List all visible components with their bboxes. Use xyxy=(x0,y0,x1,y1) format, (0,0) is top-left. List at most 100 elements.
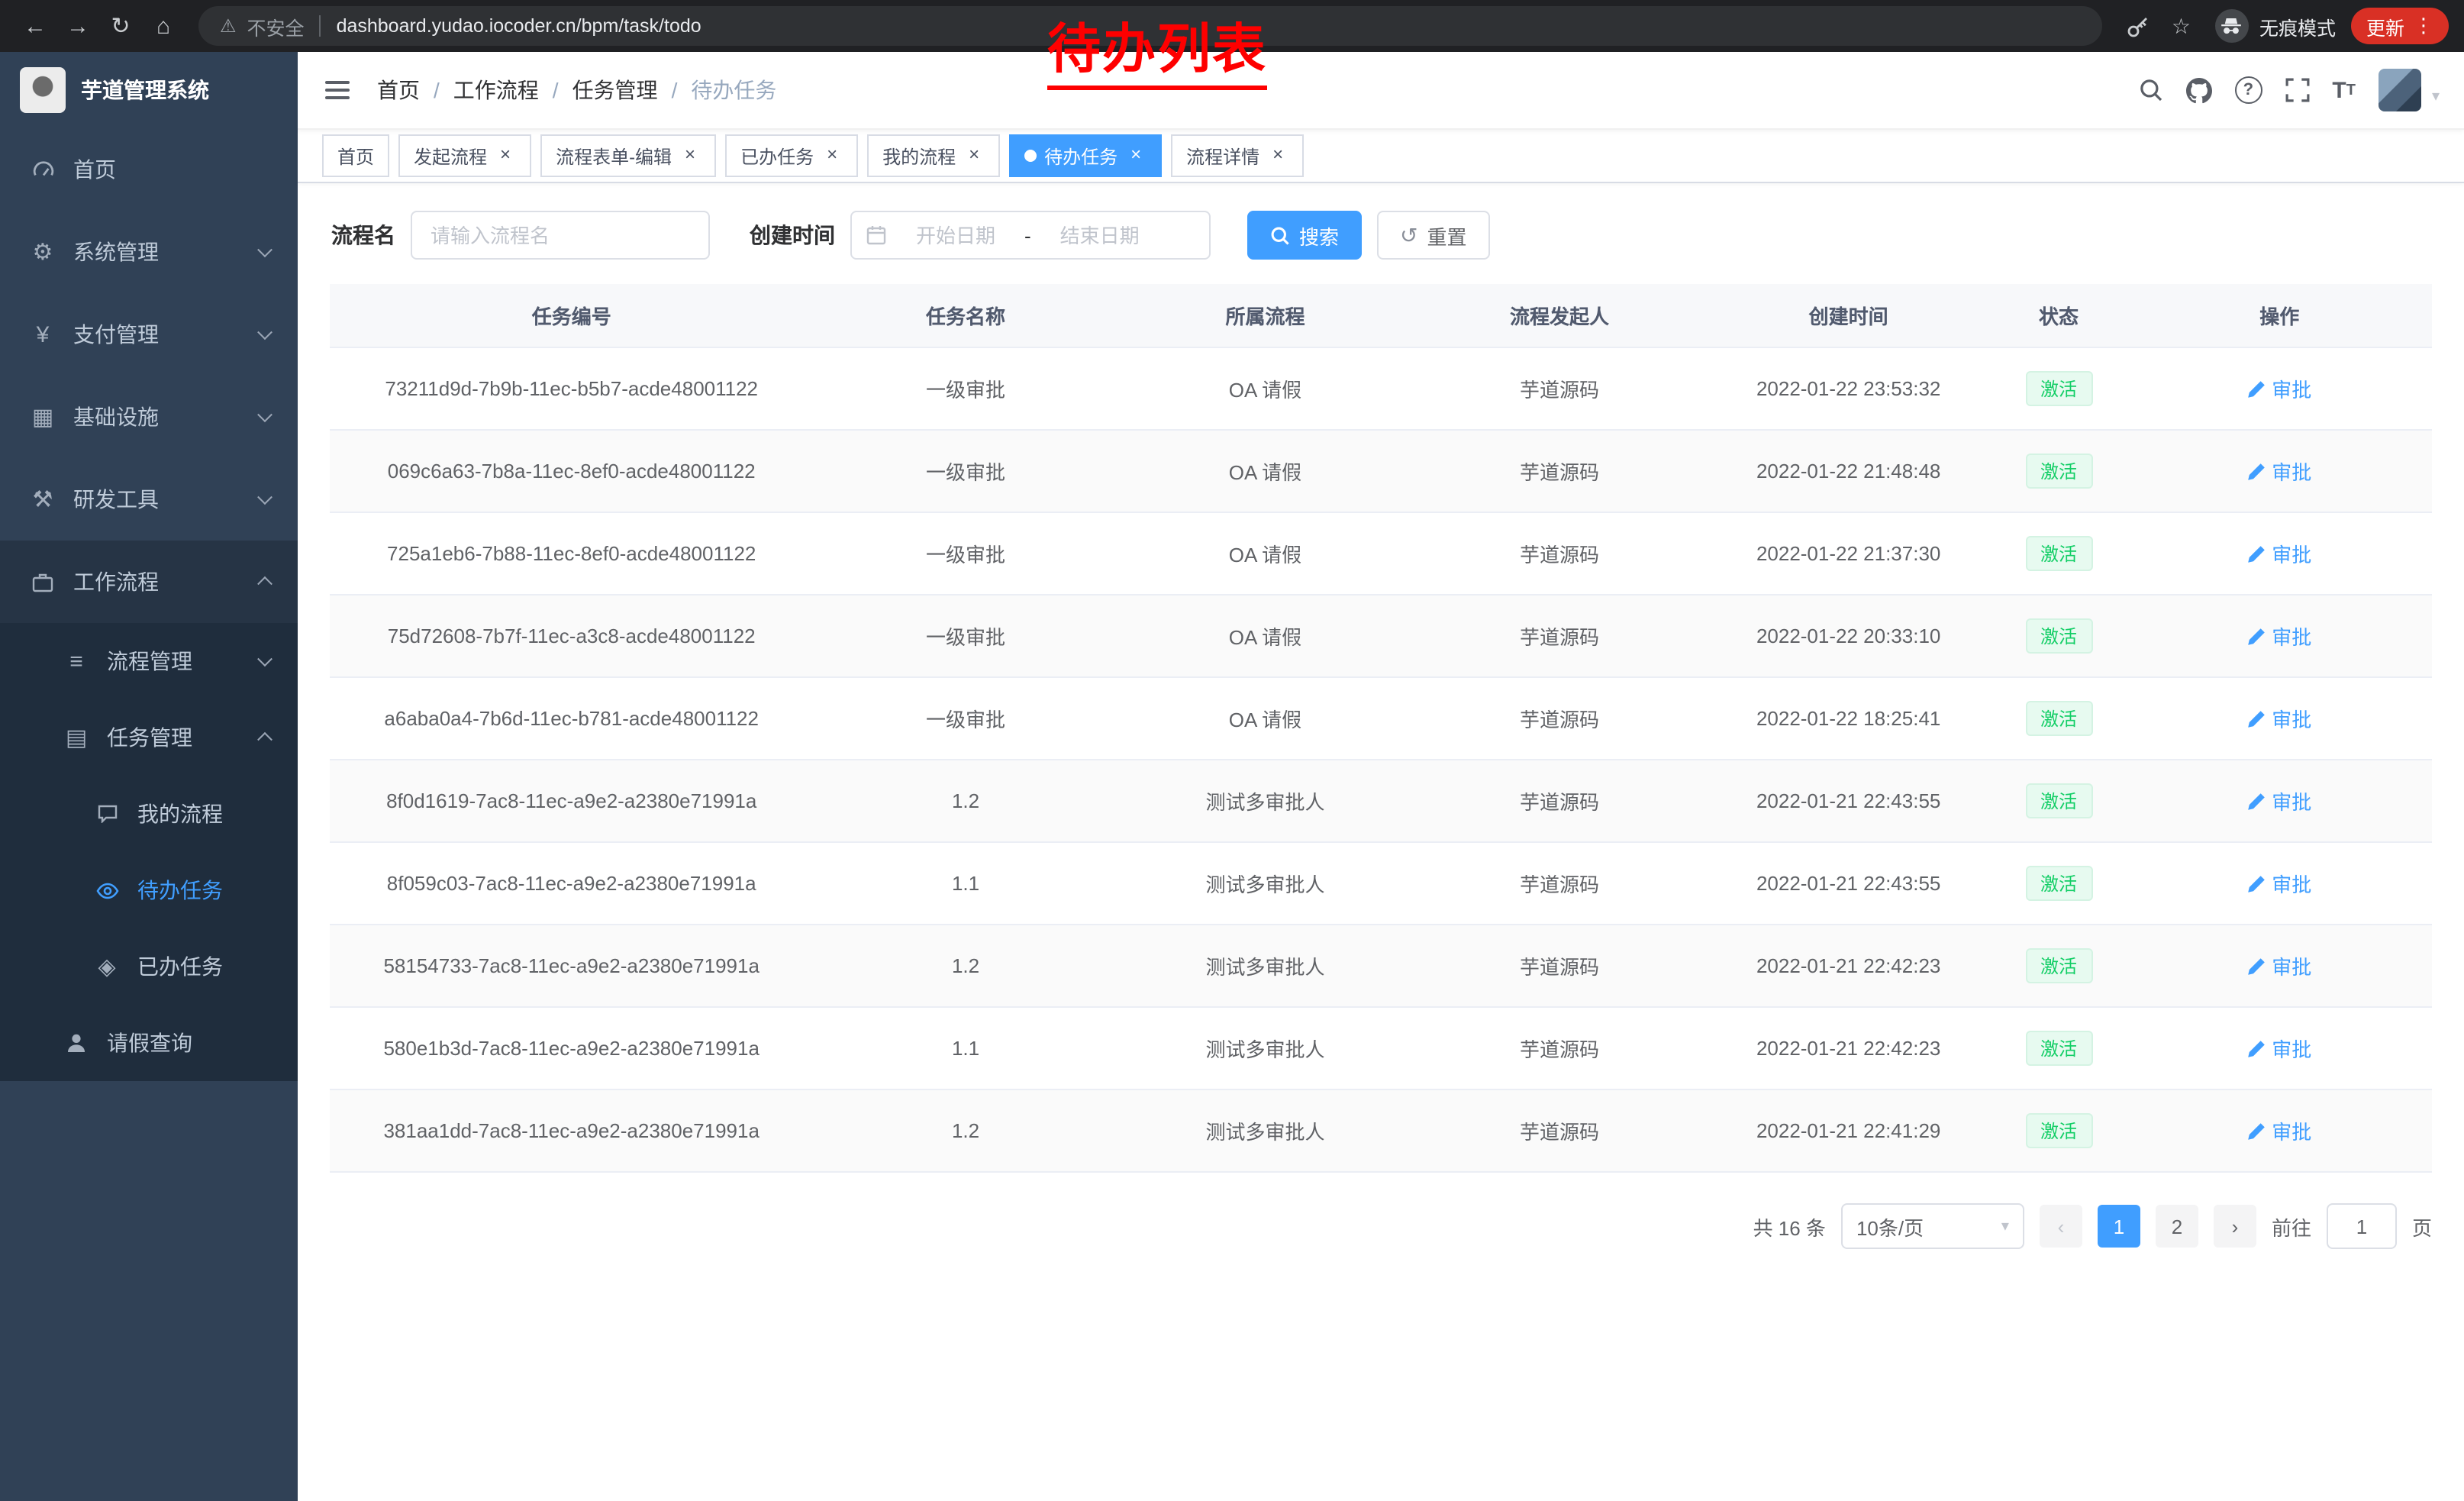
chevron-down-icon: ▾ xyxy=(2001,1218,2009,1235)
sidebar-item-home[interactable]: 首页 xyxy=(0,128,298,211)
app-logo[interactable]: 芋道管理系统 xyxy=(0,52,298,128)
start-date-input[interactable] xyxy=(893,222,1018,248)
page-button-1[interactable]: 1 xyxy=(2098,1205,2140,1248)
yen-icon: ¥ xyxy=(27,321,58,347)
chevron-down-icon xyxy=(257,489,273,505)
person-icon xyxy=(61,1032,92,1054)
calendar-icon xyxy=(866,224,887,246)
cell-starter: 芋道源码 xyxy=(1412,430,1707,512)
avatar[interactable] xyxy=(2379,69,2421,111)
fullscreen-icon[interactable] xyxy=(2285,78,2309,102)
cell-task-name: 1.2 xyxy=(813,760,1118,842)
search-button[interactable]: 搜索 xyxy=(1247,211,1362,260)
close-icon[interactable]: × xyxy=(963,145,985,166)
sidebar-item-label: 我的流程 xyxy=(137,799,223,829)
approve-link-label: 审批 xyxy=(2272,704,2311,733)
cell-starter: 芋道源码 xyxy=(1412,842,1707,925)
breadcrumb-separator: / xyxy=(553,78,559,102)
approve-link[interactable]: 审批 xyxy=(2247,786,2311,815)
tab-process-detail[interactable]: 流程详情 × xyxy=(1171,134,1304,177)
approve-link[interactable]: 审批 xyxy=(2247,374,2311,403)
sidebar-item-label: 待办任务 xyxy=(137,875,223,905)
filter-bar: 流程名 创建时间 - 搜索 ↺ 重置 xyxy=(298,183,2464,260)
approve-link[interactable]: 审批 xyxy=(2247,869,2311,898)
approve-link[interactable]: 审批 xyxy=(2247,951,2311,980)
cell-task-id: 069c6a63-7b8a-11ec-8ef0-acde48001122 xyxy=(330,430,813,512)
approve-link[interactable]: 审批 xyxy=(2247,621,2311,650)
sidebar-item-task-mgmt[interactable]: ▤ 任务管理 xyxy=(0,699,298,776)
close-icon[interactable]: × xyxy=(1125,145,1147,166)
table-row: 381aa1dd-7ac8-11ec-a9e2-a2380e71991a 1.2… xyxy=(330,1089,2432,1172)
update-button[interactable]: 更新 ⋮ xyxy=(2351,8,2449,44)
approve-link-label: 审批 xyxy=(2272,621,2311,650)
date-range-picker[interactable]: - xyxy=(850,211,1211,260)
chevron-down-icon[interactable]: ▾ xyxy=(2432,89,2440,105)
back-button[interactable]: ← xyxy=(15,6,55,46)
goto-page-input[interactable] xyxy=(2327,1203,2397,1249)
browser-menu-icon[interactable]: ⋮ xyxy=(2414,14,2433,38)
next-page-button[interactable]: › xyxy=(2214,1205,2256,1248)
sidebar-item-dev-tools[interactable]: ⚒ 研发工具 xyxy=(0,458,298,541)
status-badge: 激活 xyxy=(2025,536,2092,571)
key-icon[interactable] xyxy=(2127,15,2150,37)
approve-link-label: 审批 xyxy=(2272,1116,2311,1145)
approve-link[interactable]: 审批 xyxy=(2247,457,2311,486)
tab-my-process[interactable]: 我的流程 × xyxy=(867,134,1000,177)
sidebar-item-infrastructure[interactable]: ▦ 基础设施 xyxy=(0,376,298,458)
breadcrumb-item-task-mgmt[interactable]: 任务管理 xyxy=(572,75,658,105)
cell-task-name: 一级审批 xyxy=(813,430,1118,512)
approve-link[interactable]: 审批 xyxy=(2247,539,2311,568)
breadcrumb-item-home[interactable]: 首页 xyxy=(377,75,420,105)
close-icon[interactable]: × xyxy=(821,145,843,166)
close-icon[interactable]: × xyxy=(679,145,701,166)
sidebar-item-system-mgmt[interactable]: ⚙ 系统管理 xyxy=(0,211,298,293)
sidebar-item-my-process[interactable]: 我的流程 xyxy=(0,776,298,852)
reload-button[interactable]: ↻ xyxy=(101,6,140,46)
search-icon[interactable] xyxy=(2138,78,2162,102)
approve-link[interactable]: 审批 xyxy=(2247,704,2311,733)
sidebar-item-todo-tasks[interactable]: 待办任务 xyxy=(0,852,298,928)
end-date-input[interactable] xyxy=(1037,222,1163,248)
tab-process-form-edit[interactable]: 流程表单-编辑 × xyxy=(540,134,716,177)
sidebar-item-leave-query[interactable]: 请假查询 xyxy=(0,1005,298,1081)
cell-starter: 芋道源码 xyxy=(1412,760,1707,842)
breadcrumb-item-workflow[interactable]: 工作流程 xyxy=(453,75,539,105)
tab-initiate-process[interactable]: 发起流程 × xyxy=(398,134,531,177)
home-button[interactable]: ⌂ xyxy=(144,6,183,46)
approve-link[interactable]: 审批 xyxy=(2247,1034,2311,1063)
sidebar-toggle-button[interactable] xyxy=(322,75,353,105)
page-size-select[interactable]: 10条/页 ▾ xyxy=(1841,1203,2024,1249)
sidebar-item-done-tasks[interactable]: ◈ 已办任务 xyxy=(0,928,298,1005)
status-badge: 激活 xyxy=(2025,948,2092,983)
chevron-up-icon xyxy=(257,732,273,747)
table-row: 580e1b3d-7ac8-11ec-a9e2-a2380e71991a 1.1… xyxy=(330,1007,2432,1089)
approve-link[interactable]: 审批 xyxy=(2247,1116,2311,1145)
process-name-input[interactable] xyxy=(411,211,710,260)
sidebar-item-payment-mgmt[interactable]: ¥ 支付管理 xyxy=(0,293,298,376)
sidebar-item-workflow[interactable]: 工作流程 xyxy=(0,541,298,623)
status-badge: 激活 xyxy=(2025,454,2092,489)
tab-label: 待办任务 xyxy=(1044,143,1118,169)
cell-task-id: 8f059c03-7ac8-11ec-a9e2-a2380e71991a xyxy=(330,842,813,925)
cell-task-name: 一级审批 xyxy=(813,595,1118,677)
range-separator: - xyxy=(1024,224,1031,247)
github-icon[interactable] xyxy=(2185,77,2211,103)
prev-page-button[interactable]: ‹ xyxy=(2040,1205,2082,1248)
reset-button[interactable]: ↺ 重置 xyxy=(1377,211,1490,260)
tab-todo-tasks[interactable]: 待办任务 × xyxy=(1009,134,1162,177)
cell-task-id: 73211d9d-7b9b-11ec-b5b7-acde48001122 xyxy=(330,347,813,430)
tab-done-tasks[interactable]: 已办任务 × xyxy=(725,134,858,177)
sidebar-item-process-mgmt[interactable]: ≡ 流程管理 xyxy=(0,623,298,699)
table-row: 8f059c03-7ac8-11ec-a9e2-a2380e71991a 1.1… xyxy=(330,842,2432,925)
page-button-2[interactable]: 2 xyxy=(2156,1205,2198,1248)
close-icon[interactable]: × xyxy=(1267,145,1288,166)
help-icon[interactable]: ? xyxy=(2234,76,2262,104)
address-bar[interactable]: ⚠ 不安全 dashboard.yudao.iocoder.cn/bpm/tas… xyxy=(198,6,2103,46)
tab-home[interactable]: 首页 xyxy=(322,134,389,177)
star-icon[interactable]: ☆ xyxy=(2172,13,2191,39)
font-size-icon[interactable]: TT xyxy=(2332,77,2356,103)
close-icon[interactable]: × xyxy=(495,145,516,166)
cell-process: 测试多审批人 xyxy=(1118,1007,1413,1089)
forward-button[interactable]: → xyxy=(58,6,98,46)
navbar-actions: ? TT ▾ xyxy=(2138,69,2440,111)
